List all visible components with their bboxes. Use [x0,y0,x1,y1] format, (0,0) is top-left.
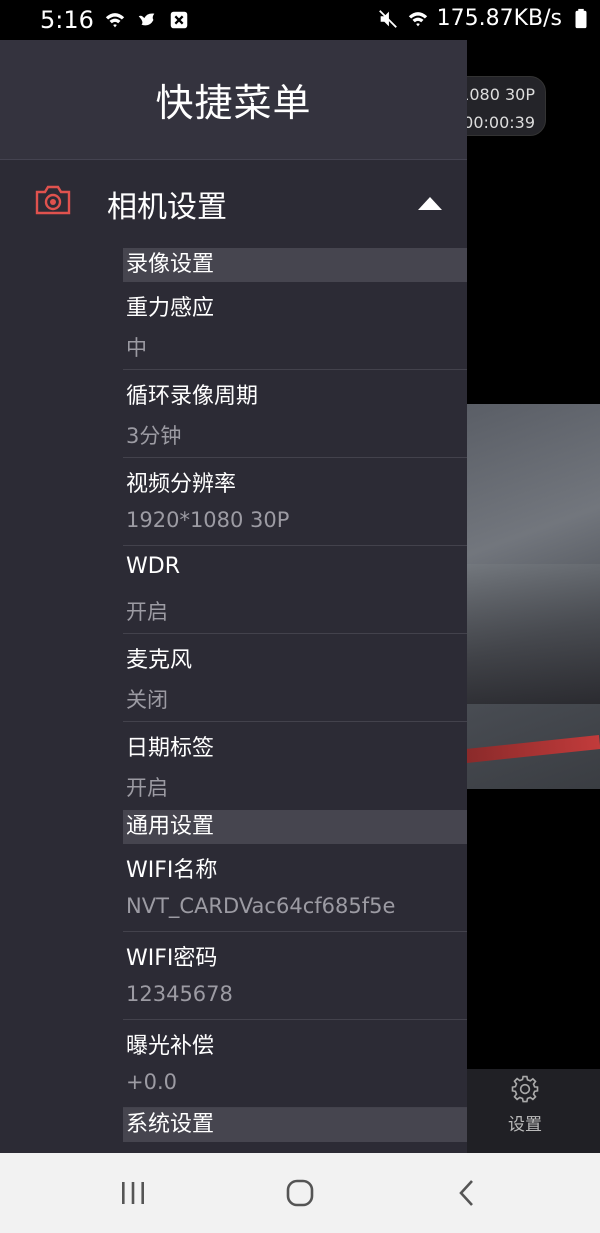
camera-icon [35,185,71,215]
setting-value: 开启 [126,600,168,624]
setting-value: NVT_CARDVac64cf685f5e [126,894,396,918]
section-header-system: 系统设置 [123,1108,467,1142]
chevron-up-icon[interactable] [416,194,444,212]
setting-value: 1920*1080 30P [126,508,290,532]
section-header-recording: 录像设置 [123,248,467,282]
recent-apps-button[interactable] [113,1177,153,1209]
wifi-signal-icon [408,11,427,26]
setting-name: 视频分辨率 [126,472,237,497]
setting-wdr[interactable]: WDR 开启 [123,546,467,634]
setting-value: 中 [126,336,147,360]
status-bar: 5:16 175.87KB/s [0,0,600,40]
setting-gravity-sensor[interactable]: 重力感应 中 [123,282,467,370]
setting-value: 3分钟 [126,424,182,448]
setting-date-stamp[interactable]: 日期标签 开启 [123,722,467,810]
recording-elapsed: 00:00:39 [463,113,535,132]
gear-icon [511,1075,539,1103]
setting-name: WDR [126,554,180,579]
setting-exposure-compensation[interactable]: 曝光补偿 +0.0 [123,1020,467,1108]
settings-list: 录像设置 重力感应 中 循环录像周期 3分钟 视频分辨率 1920*1080 3… [123,248,467,1142]
status-time: 5:16 [40,6,94,34]
section-header-general: 通用设置 [123,810,467,844]
setting-value: +0.0 [126,1070,177,1094]
setting-loop-recording[interactable]: 循环录像周期 3分钟 [123,370,467,458]
setting-name: 日期标签 [126,736,215,761]
video-shade [466,564,600,704]
setting-name: 麦克风 [126,648,193,673]
drawer-title: 快捷菜单 [155,81,312,125]
setting-name: 重力感应 [126,296,215,321]
quick-menu-drawer: 快捷菜单 相机设置 录像设置 重力感应 中 循环录像周期 3分钟 视频分辨率 1… [0,40,467,1153]
home-button[interactable] [280,1177,320,1209]
setting-name: 循环录像周期 [126,384,259,409]
setting-video-resolution[interactable]: 视频分辨率 1920*1080 30P [123,458,467,546]
live-video-preview[interactable] [466,404,600,789]
recording-resolution: 1080 30P [459,85,535,104]
setting-name: WIFI名称 [126,858,218,883]
video-red-object [466,735,600,763]
home-icon [286,1179,314,1207]
app-notification-icon [170,11,188,29]
settings-tab-label: 设置 [508,1115,542,1135]
system-navigation-bar [0,1153,600,1233]
settings-tab[interactable]: 设置 [505,1074,545,1135]
setting-name: 曝光补偿 [126,1034,215,1059]
setting-value: 开启 [126,776,168,800]
setting-wifi-password[interactable]: WIFI密码 12345678 [123,932,467,1020]
mute-icon [378,9,397,28]
setting-value: 12345678 [126,982,233,1006]
setting-microphone[interactable]: 麦克风 关闭 [123,634,467,722]
recent-apps-icon [122,1182,144,1204]
camera-view-lower [466,789,600,1069]
back-icon [459,1180,473,1206]
wifi-icon [105,13,125,28]
network-speed: 175.87KB/s [436,6,562,31]
camera-settings-toggle[interactable]: 相机设置 [0,160,467,248]
setting-name: WIFI密码 [126,946,218,971]
camera-settings-label: 相机设置 [107,190,227,225]
drawer-header: 快捷菜单 [0,40,467,160]
back-button[interactable] [447,1177,487,1209]
battery-icon [575,8,587,28]
setting-wifi-name[interactable]: WIFI名称 NVT_CARDVac64cf685f5e [123,844,467,932]
setting-value: 关闭 [126,688,168,712]
bird-notification-icon [138,13,155,26]
